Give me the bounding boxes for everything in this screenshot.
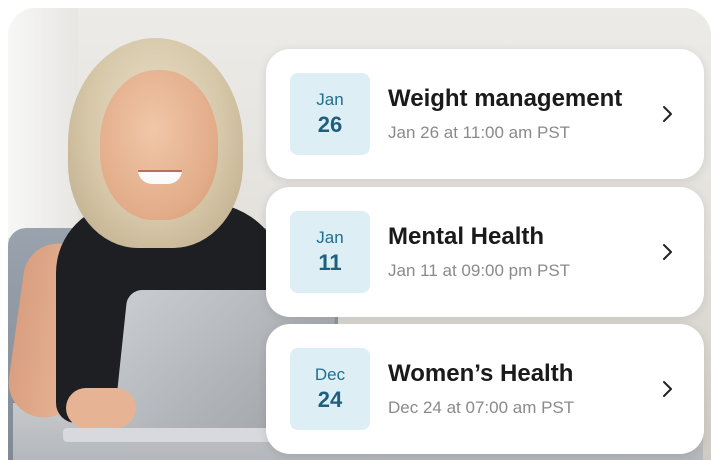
- event-time: Dec 24 at 07:00 am PST: [388, 398, 575, 417]
- event-card-womens-health[interactable]: Dec 24 Women’s Health Dec 24 at 07:00 am…: [266, 324, 704, 454]
- date-tile: Jan 26: [290, 73, 370, 155]
- date-tile: Jan 11: [290, 211, 370, 293]
- chevron-right-icon[interactable]: [660, 238, 676, 266]
- person-face: [100, 70, 218, 220]
- event-time: Jan 11 at 09:00 pm PST: [388, 261, 571, 280]
- date-tile: Dec 24: [290, 348, 370, 430]
- event-time: Jan 26 at 11:00 am PST: [388, 123, 571, 142]
- chevron-right-icon[interactable]: [660, 100, 676, 128]
- person-hand: [66, 388, 136, 428]
- date-month: Jan: [316, 90, 344, 109]
- event-title: Weight management: [388, 85, 623, 112]
- chevron-right-icon[interactable]: [660, 375, 676, 403]
- event-card-weight-management[interactable]: Jan 26 Weight management Jan 26 at 11:00…: [266, 49, 704, 179]
- event-title: Women’s Health: [388, 360, 574, 387]
- date-day: 24: [317, 387, 343, 412]
- date-month: Dec: [314, 365, 346, 384]
- event-card-mental-health[interactable]: Jan 11 Mental Health Jan 11 at 09:00 pm …: [266, 187, 704, 317]
- event-title: Mental Health: [388, 223, 545, 250]
- date-month: Jan: [316, 228, 344, 247]
- date-day: 11: [318, 250, 342, 275]
- date-day: 26: [317, 112, 343, 137]
- window-light: [8, 8, 78, 238]
